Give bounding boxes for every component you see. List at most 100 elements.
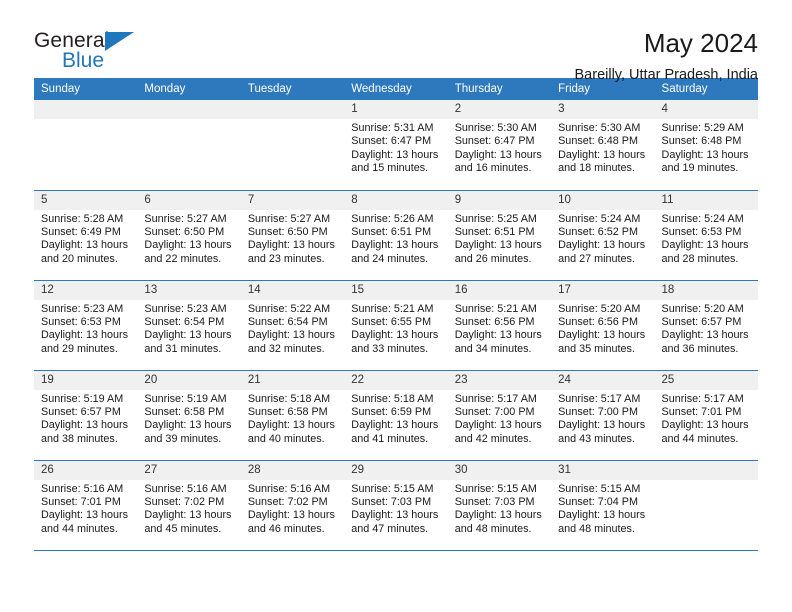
daylight-text-line1: Daylight: 13 hours <box>351 148 439 161</box>
sunset-text: Sunset: 6:57 PM <box>661 315 742 328</box>
daylight-text-line2: and 34 minutes. <box>454 342 532 355</box>
calendar-day-cell[interactable]: 31 Sunrise: 5:15 AM Sunset: 7:04 PM Dayligh… <box>551 460 655 551</box>
daylight-text-line1: Daylight: 13 hours <box>144 419 232 432</box>
calendar-day-cell[interactable]: 8 Sunrise: 5:26 AM Sunset: 6:51 PM Daylight… <box>344 190 448 281</box>
calendar-day-cell-empty <box>137 100 241 191</box>
calendar-body: 1 Sunrise: 5:31 AM Sunset: 6:47 PM Daylight… <box>34 100 758 551</box>
calendar-day-cell[interactable]: 4 Sunrise: 5:29 AM Sunset: 6:48 PM Daylight… <box>654 100 758 191</box>
calendar-week-row: 26 Sunrise: 5:16 AM Sunset: 7:01 PM Dayligh… <box>34 460 758 551</box>
calendar-day-cell[interactable]: 9 Sunrise: 5:25 AM Sunset: 6:51 PM Daylight… <box>447 190 552 281</box>
day-number <box>137 100 241 119</box>
daylight-text-line2: and 44 minutes. <box>41 522 118 535</box>
sunset-text: Sunset: 6:52 PM <box>558 225 638 238</box>
page-title: May 2024 <box>643 28 758 58</box>
sunrise-text: Sunrise: 5:21 AM <box>454 302 537 315</box>
sunset-text: Sunset: 6:48 PM <box>558 135 638 148</box>
day-sun-info: Sunrise: 5:29 AM Sunset: 6:48 PM Daylight:… <box>655 119 758 176</box>
month-calendar-table: Sunday Monday Tuesday Wednesday Thursday… <box>34 78 758 551</box>
calendar-week-row: 1 Sunrise: 5:31 AM Sunset: 6:47 PM Daylight… <box>34 100 758 191</box>
day-number: 26 <box>34 460 138 480</box>
day-sun-info: Sunrise: 5:18 AM Sunset: 6:58 PM Daylight:… <box>241 390 344 447</box>
daylight-text-line1: Daylight: 13 hours <box>41 239 129 252</box>
daylight-text-line2: and 24 minutes. <box>351 252 429 265</box>
calendar-day-cell[interactable]: 7 Sunrise: 5:27 AM Sunset: 6:50 PM Daylight… <box>240 190 345 281</box>
calendar-day-cell[interactable]: 13 Sunrise: 5:23 AM Sunset: 6:54 PM Dayligh… <box>137 280 241 371</box>
day-number: 1 <box>344 100 448 119</box>
sunrise-text: Sunrise: 5:17 AM <box>558 392 641 405</box>
calendar-day-cell[interactable]: 30 Sunrise: 5:15 AM Sunset: 7:03 PM Dayligh… <box>447 460 552 551</box>
calendar-day-cell[interactable]: 26 Sunrise: 5:16 AM Sunset: 7:01 PM Dayligh… <box>34 460 138 551</box>
sunrise-text: Sunrise: 5:15 AM <box>351 482 434 495</box>
calendar-week-row: 12 Sunrise: 5:23 AM Sunset: 6:53 PM Dayligh… <box>34 280 758 371</box>
calendar-day-cell[interactable]: 21 Sunrise: 5:18 AM Sunset: 6:58 PM Dayligh… <box>240 370 345 461</box>
calendar-day-cell[interactable]: 12 Sunrise: 5:23 AM Sunset: 6:53 PM Dayligh… <box>34 280 138 371</box>
calendar-day-cell[interactable]: 24 Sunrise: 5:17 AM Sunset: 7:00 PM Dayligh… <box>551 370 655 461</box>
calendar-day-cell[interactable]: 18 Sunrise: 5:20 AM Sunset: 6:57 PM Dayligh… <box>654 280 758 371</box>
sunrise-text: Sunrise: 5:16 AM <box>144 482 227 495</box>
daylight-text-line1: Daylight: 13 hours <box>558 329 646 342</box>
daylight-text-line2: and 42 minutes. <box>454 432 532 445</box>
sunset-text: Sunset: 6:47 PM <box>454 135 535 148</box>
sunrise-text: Sunrise: 5:19 AM <box>144 392 227 405</box>
day-sun-info: Sunrise: 5:28 AM Sunset: 6:49 PM Daylight:… <box>34 210 137 267</box>
day-number: 3 <box>551 100 655 119</box>
sunset-text: Sunset: 6:51 PM <box>454 225 535 238</box>
daylight-text-line1: Daylight: 13 hours <box>247 239 335 252</box>
triangle-icon <box>105 32 134 51</box>
calendar-day-cell[interactable]: 2 Sunrise: 5:30 AM Sunset: 6:47 PM Daylight… <box>447 100 552 191</box>
sunrise-text: Sunrise: 5:21 AM <box>351 302 434 315</box>
day-sun-info: Sunrise: 5:17 AM Sunset: 7:00 PM Daylight:… <box>551 390 654 447</box>
calendar-day-cell[interactable]: 3 Sunrise: 5:30 AM Sunset: 6:48 PM Daylight… <box>551 100 655 191</box>
general-blue-logo[interactable]: General Blue <box>34 30 154 78</box>
calendar-day-cell[interactable]: 5 Sunrise: 5:28 AM Sunset: 6:49 PM Daylight… <box>34 190 138 281</box>
daylight-text-line2: and 19 minutes. <box>661 162 739 175</box>
calendar-day-cell[interactable]: 28 Sunrise: 5:16 AM Sunset: 7:02 PM Dayligh… <box>240 460 345 551</box>
sunrise-text: Sunrise: 5:24 AM <box>558 212 641 225</box>
calendar-day-cell[interactable]: 19 Sunrise: 5:19 AM Sunset: 6:57 PM Dayligh… <box>34 370 138 461</box>
sunrise-text: Sunrise: 5:23 AM <box>144 302 227 315</box>
calendar-day-cell[interactable]: 14 Sunrise: 5:22 AM Sunset: 6:54 PM Dayligh… <box>240 280 345 371</box>
sunset-text: Sunset: 7:02 PM <box>247 495 328 508</box>
calendar-day-cell[interactable]: 10 Sunrise: 5:24 AM Sunset: 6:52 PM Dayligh… <box>551 190 655 281</box>
day-sun-info: Sunrise: 5:22 AM Sunset: 6:54 PM Daylight:… <box>241 300 344 357</box>
daylight-text-line2: and 28 minutes. <box>661 252 739 265</box>
sunrise-text: Sunrise: 5:25 AM <box>454 212 537 225</box>
calendar-day-cell[interactable]: 22 Sunrise: 5:18 AM Sunset: 6:59 PM Dayligh… <box>344 370 448 461</box>
calendar-day-cell[interactable]: 20 Sunrise: 5:19 AM Sunset: 6:58 PM Dayligh… <box>137 370 241 461</box>
day-sun-info: Sunrise: 5:19 AM Sunset: 6:58 PM Daylight:… <box>137 390 240 447</box>
daylight-text-line1: Daylight: 13 hours <box>351 509 439 522</box>
sunset-text: Sunset: 7:01 PM <box>41 495 121 508</box>
daylight-text-line1: Daylight: 13 hours <box>558 419 646 432</box>
daylight-text-line2: and 18 minutes. <box>558 162 635 175</box>
daylight-text-line2: and 44 minutes. <box>661 432 739 445</box>
day-number: 27 <box>137 460 241 480</box>
day-number: 30 <box>447 460 552 480</box>
daylight-text-line2: and 46 minutes. <box>247 522 325 535</box>
sunset-text: Sunset: 6:57 PM <box>41 405 121 418</box>
day-number: 21 <box>240 370 345 390</box>
calendar-day-cell[interactable]: 25 Sunrise: 5:17 AM Sunset: 7:01 PM Dayligh… <box>654 370 758 461</box>
sunset-text: Sunset: 6:54 PM <box>247 315 328 328</box>
daylight-text-line1: Daylight: 13 hours <box>351 329 439 342</box>
day-number: 19 <box>34 370 138 390</box>
sunrise-text: Sunrise: 5:30 AM <box>454 122 537 134</box>
calendar-day-cell[interactable]: 1 Sunrise: 5:31 AM Sunset: 6:47 PM Daylight… <box>344 100 448 191</box>
day-number: 24 <box>551 370 655 390</box>
daylight-text-line1: Daylight: 13 hours <box>558 239 646 252</box>
day-sun-info: Sunrise: 5:23 AM Sunset: 6:53 PM Daylight:… <box>34 300 137 357</box>
calendar-day-cell[interactable]: 16 Sunrise: 5:21 AM Sunset: 6:56 PM Dayligh… <box>447 280 552 371</box>
day-sun-info: Sunrise: 5:18 AM Sunset: 6:59 PM Daylight:… <box>344 390 447 447</box>
daylight-text-line1: Daylight: 13 hours <box>351 419 439 432</box>
calendar-day-cell[interactable]: 6 Sunrise: 5:27 AM Sunset: 6:50 PM Daylight… <box>137 190 241 281</box>
sunrise-text: Sunrise: 5:30 AM <box>558 122 641 134</box>
calendar-day-cell[interactable]: 23 Sunrise: 5:17 AM Sunset: 7:00 PM Dayligh… <box>447 370 552 461</box>
daylight-text-line1: Daylight: 13 hours <box>41 419 129 432</box>
day-number: 2 <box>447 100 552 119</box>
day-number: 17 <box>551 280 655 300</box>
calendar-day-cell[interactable]: 11 Sunrise: 5:24 AM Sunset: 6:53 PM Dayligh… <box>654 190 758 281</box>
calendar-day-cell[interactable]: 27 Sunrise: 5:16 AM Sunset: 7:02 PM Dayligh… <box>137 460 241 551</box>
calendar-day-cell[interactable]: 17 Sunrise: 5:20 AM Sunset: 6:56 PM Dayligh… <box>551 280 655 371</box>
daylight-text-line1: Daylight: 13 hours <box>454 239 542 252</box>
calendar-day-cell[interactable]: 15 Sunrise: 5:21 AM Sunset: 6:55 PM Dayligh… <box>344 280 448 371</box>
calendar-day-cell[interactable]: 29 Sunrise: 5:15 AM Sunset: 7:03 PM Dayligh… <box>344 460 448 551</box>
